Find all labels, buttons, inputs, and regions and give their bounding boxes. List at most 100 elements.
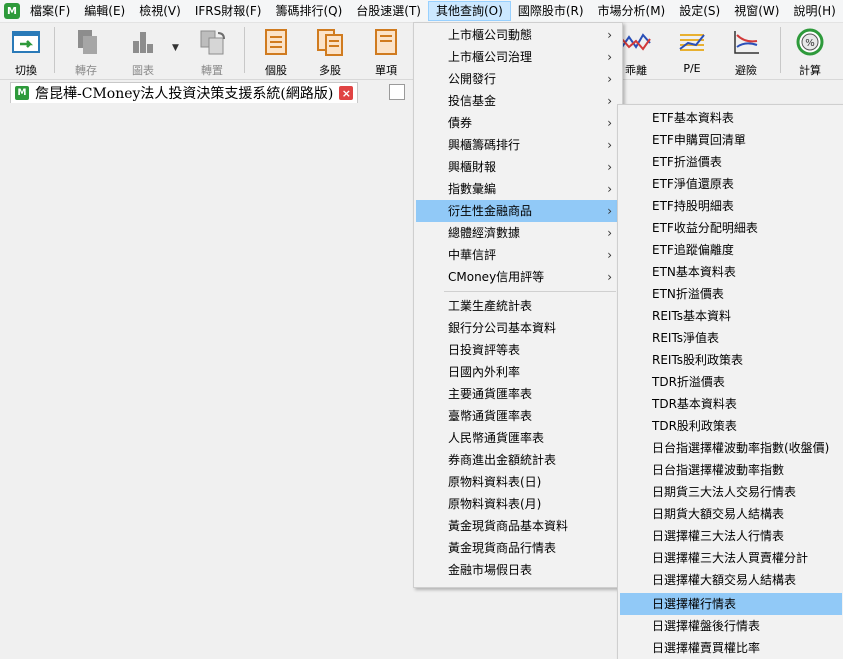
submenu-item[interactable]: REITs股利政策表 <box>620 349 842 371</box>
submenu-item[interactable]: 日選擇權三大法人行情表 <box>620 525 842 547</box>
transpose-label: 轉置 <box>201 64 223 77</box>
dropdown-item-cmoney-credit-rating[interactable]: CMoney信用評等 › <box>416 266 620 288</box>
menu-ifrs[interactable]: IFRS財報(F) <box>188 1 269 21</box>
calculator-button[interactable]: % 計算 <box>788 23 832 79</box>
tab-main-window[interactable]: M 詹昆樺-CMoney法人投資決策支援系統(網路版) × <box>10 82 359 103</box>
chart-dropdown-arrow-icon[interactable]: ▼ <box>172 43 179 53</box>
menu-international[interactable]: 國際股市(R) <box>511 1 591 21</box>
dropdown-separator <box>444 291 616 292</box>
new-tab-icon[interactable] <box>389 84 405 100</box>
dropdown-item-public-offering[interactable]: 公開發行 › <box>416 68 620 90</box>
dropdown-item-emerging-financials[interactable]: 興櫃財報 › <box>416 156 620 178</box>
chevron-right-icon: › <box>607 28 612 42</box>
dropdown-item-major-fx[interactable]: 主要通貨匯率表 <box>416 383 620 405</box>
dropdown-item-market-holidays[interactable]: 金融市場假日表 <box>416 559 620 581</box>
submenu-item[interactable]: ETF追蹤偏離度 <box>620 239 842 261</box>
submenu-item[interactable]: TDR股利政策表 <box>620 415 842 437</box>
single-item-icon <box>375 29 397 55</box>
submenu-item[interactable]: ETN基本資料表 <box>620 261 842 283</box>
submenu-item[interactable]: 日台指選擇權波動率指數 <box>620 459 842 481</box>
dropdown-item-bonds[interactable]: 債券 › <box>416 112 620 134</box>
submenu-item[interactable]: REITs基本資料 <box>620 305 842 327</box>
toolbar-separator <box>54 27 55 73</box>
submenu-item-option-quotes[interactable]: 日選擇權行情表 <box>620 593 842 615</box>
submenu-item[interactable]: 日期貨大額交易人結構表 <box>620 503 842 525</box>
menu-help[interactable]: 說明(H) <box>786 1 842 21</box>
submenu-item[interactable]: 日選擇權盤後行情表 <box>620 615 842 637</box>
menu-file[interactable]: 檔案(F) <box>23 1 77 21</box>
submenu-item[interactable]: ETF持股明細表 <box>620 195 842 217</box>
chart-button[interactable]: 圖表 <box>118 23 168 79</box>
single-stock-label: 個股 <box>265 64 287 77</box>
dropdown-item-bank-branch[interactable]: 銀行分公司基本資料 <box>416 317 620 339</box>
hedge-icon <box>734 31 759 54</box>
hedge-label: 避險 <box>735 64 757 77</box>
submenu-item[interactable]: TDR基本資料表 <box>620 393 842 415</box>
close-icon[interactable]: × <box>339 86 354 100</box>
submenu-item[interactable]: 日選擇權三大法人買賣權分計 <box>620 547 842 569</box>
dropdown-item-interest-rates[interactable]: 日國內外利率 <box>416 361 620 383</box>
menu-chip-ranking[interactable]: 籌碼排行(Q) <box>268 1 349 21</box>
chevron-right-icon: › <box>607 116 612 130</box>
deviation-icon <box>621 33 651 51</box>
switch-button[interactable]: 切換 <box>4 23 48 79</box>
export-button[interactable]: 轉存 <box>64 23 108 79</box>
dropdown-item-rmb-fx[interactable]: 人民幣通貨匯率表 <box>416 427 620 449</box>
submenu-item[interactable]: TDR折溢價表 <box>620 371 842 393</box>
menu-window[interactable]: 視窗(W) <box>727 1 786 21</box>
submenu-item[interactable]: ETF申購買回清單 <box>620 129 842 151</box>
dropdown-item-corporate-governance[interactable]: 上市櫃公司治理 › <box>416 46 620 68</box>
dropdown-item-commodity-monthly[interactable]: 原物料資料表(月) <box>416 493 620 515</box>
dropdown-item-investment-fund[interactable]: 投信基金 › <box>416 90 620 112</box>
dropdown-item-index-compilation[interactable]: 指數彙編 › <box>416 178 620 200</box>
toolbar-separator <box>244 27 245 73</box>
dropdown-item-gold-basic[interactable]: 黃金現貨商品基本資料 <box>416 515 620 537</box>
toolbar-separator <box>780 27 781 73</box>
dropdown-item-gold-quotes[interactable]: 黃金現貨商品行情表 <box>416 537 620 559</box>
submenu-item[interactable]: ETF淨值還原表 <box>620 173 842 195</box>
app-logo-icon[interactable]: M <box>4 3 20 19</box>
menu-settings[interactable]: 設定(S) <box>672 1 727 21</box>
dropdown-item-label: 總體經濟數據 <box>448 226 521 240</box>
dropdown-item-investment-rating[interactable]: 日投資評等表 <box>416 339 620 361</box>
transpose-icon <box>200 30 225 55</box>
dropdown-item-industrial-production[interactable]: 工業生產統計表 <box>416 295 620 317</box>
chevron-right-icon: › <box>607 160 612 174</box>
menu-view[interactable]: 檢視(V) <box>132 1 188 21</box>
multi-stock-button[interactable]: 多股 <box>308 23 352 79</box>
single-item-button[interactable]: 單項 <box>362 23 410 79</box>
menu-edit[interactable]: 編輯(E) <box>77 1 132 21</box>
menu-market-analysis[interactable]: 市場分析(M) <box>591 1 673 21</box>
calculator-label: 計算 <box>799 64 821 77</box>
dropdown-item-label: 興櫃財報 <box>448 160 497 174</box>
chevron-right-icon: › <box>607 138 612 152</box>
dropdown-item-listed-company-news[interactable]: 上市櫃公司動態 › <box>416 24 620 46</box>
submenu-item[interactable]: ETF收益分配明細表 <box>620 217 842 239</box>
dropdown-item-commodity-daily[interactable]: 原物料資料表(日) <box>416 471 620 493</box>
dropdown-item-derivatives[interactable]: 衍生性金融商品 › <box>416 200 620 222</box>
submenu-item[interactable]: 日期貨三大法人交易行情表 <box>620 481 842 503</box>
dropdown-item-taiwan-ratings[interactable]: 中華信評 › <box>416 244 620 266</box>
dropdown-item-broker-flow[interactable]: 券商進出金額統計表 <box>416 449 620 471</box>
switch-label: 切換 <box>15 64 37 77</box>
submenu-item[interactable]: 日台指選擇權波動率指數(收盤價) <box>620 437 842 459</box>
dropdown-item-macro-economics[interactable]: 總體經濟數據 › <box>416 222 620 244</box>
pe-button[interactable]: P/E <box>670 23 714 79</box>
multi-stock-label: 多股 <box>319 64 341 77</box>
calculator-icon: % <box>796 28 824 56</box>
hedge-button[interactable]: 避險 <box>724 23 768 79</box>
chevron-right-icon: › <box>607 50 612 64</box>
submenu-item[interactable]: ETN折溢價表 <box>620 283 842 305</box>
menu-other-query[interactable]: 其他查詢(O) <box>428 1 511 21</box>
submenu-item[interactable]: 日選擇權賣買權比率 <box>620 637 842 659</box>
submenu-item[interactable]: 日選擇權大額交易人結構表 <box>620 569 842 591</box>
dropdown-item-twd-fx[interactable]: 臺幣通貨匯率表 <box>416 405 620 427</box>
export-label: 轉存 <box>75 64 97 77</box>
submenu-item[interactable]: ETF基本資料表 <box>620 107 842 129</box>
transpose-button[interactable]: 轉置 <box>190 23 234 79</box>
menu-quick-select[interactable]: 台股速選(T) <box>349 1 428 21</box>
dropdown-item-emerging-chip-ranking[interactable]: 興櫃籌碼排行 › <box>416 134 620 156</box>
single-stock-button[interactable]: 個股 <box>254 23 298 79</box>
submenu-item[interactable]: REITs淨值表 <box>620 327 842 349</box>
submenu-item[interactable]: ETF折溢價表 <box>620 151 842 173</box>
